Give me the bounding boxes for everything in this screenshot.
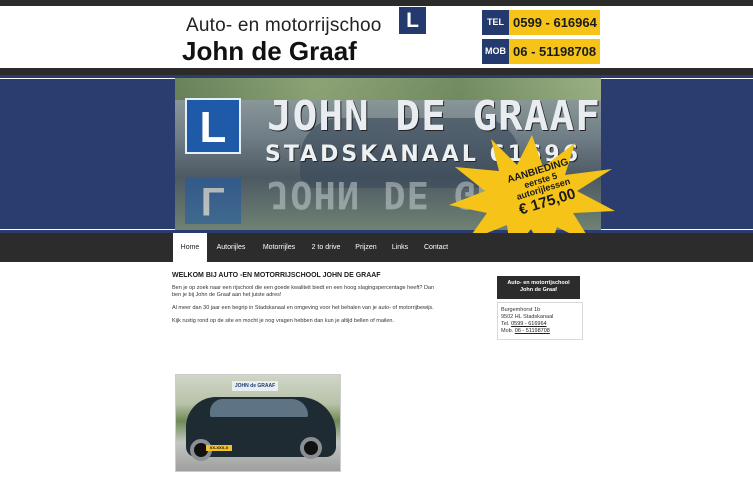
nav-motorrijles[interactable]: Motorrijles — [256, 233, 302, 262]
nav-links[interactable]: Links — [385, 233, 415, 262]
sidebox-mob-link[interactable]: 06 - 51198708 — [515, 328, 550, 334]
header-mob: MOB 06 - 51198708 — [482, 39, 600, 64]
sidebox-title-line2: John de Graaf — [520, 287, 557, 293]
tel-tag: TEL — [482, 10, 509, 35]
sidebox-tel-label: Tel. — [501, 321, 510, 327]
photo-license-plate: XX-XXX-X — [206, 445, 232, 451]
logo-title-line1: Auto- en motorrijschoo — [186, 15, 382, 36]
photo-car-wheel — [300, 437, 322, 459]
tel-number: 0599 - 616964 — [509, 10, 600, 35]
nav-contact[interactable]: Contact — [418, 233, 454, 262]
sidebox-body: Burgemhorst 1b 9502 HL Stadskanaal Tel. … — [497, 302, 583, 340]
photo-car-window — [210, 399, 308, 417]
header-tel: TEL 0599 - 616964 — [482, 10, 600, 35]
sidebox-address: Burgemhorst 1b — [501, 307, 541, 313]
sidebox-tel-link[interactable]: 0599 - 616964 — [511, 321, 546, 327]
intro-paragraph-3: Kijk rustig rond op de site en mocht je … — [172, 318, 394, 324]
main-content: WELKOM BIJ AUTO -EN MOTORRIJSCHOOL JOHN … — [172, 272, 472, 325]
intro-paragraph-2: Al meer dan 30 jaar een begrip in Stadsk… — [172, 305, 434, 311]
main-nav: Home Autorijles Motorrijles 2 to drive P… — [0, 233, 753, 262]
sidebox-tel-row: Tel. 0599 - 616964 — [501, 321, 579, 328]
sidebox-mob-row: Mob. 06 - 51198708 — [501, 328, 579, 335]
intro-paragraph-1: Ben je op zoek naar een rijschool die ee… — [172, 285, 435, 298]
header-separator — [0, 68, 753, 75]
photo-roof-sign: JOHN de GRAAF — [232, 381, 278, 391]
sidebox-city: 9502 HL Stadskanaal — [501, 314, 554, 320]
nav-2-to-drive[interactable]: 2 to drive — [305, 233, 347, 262]
site-header: Auto- en motorrijschoo L John de Graaf T… — [0, 6, 753, 68]
car-photo: JOHN de GRAAF XX-XXX-X — [175, 374, 341, 472]
sidebox-mob-label: Mob. — [501, 328, 514, 334]
logo-l-badge: L — [399, 7, 426, 34]
nav-home[interactable]: Home — [173, 233, 207, 262]
mob-tag: MOB — [482, 39, 509, 64]
welcome-heading: WELKOM BIJ AUTO -EN MOTORRIJSCHOOL JOHN … — [172, 272, 381, 279]
nav-autorijles[interactable]: Autorijles — [209, 233, 253, 262]
banner-l-sign: L — [185, 98, 241, 154]
sidebox-heading: Auto- en motorrijschool John de Graaf — [497, 276, 580, 299]
mob-number: 06 - 51198708 — [509, 39, 600, 64]
contact-sidebox: Auto- en motorrijschool John de Graaf Bu… — [497, 276, 583, 340]
sidebox-title-line1: Auto- en motorrijschool — [507, 280, 570, 286]
banner-l-reflection: L — [185, 178, 241, 224]
logo-title-line2: John de Graaf — [182, 36, 357, 66]
nav-prijzen[interactable]: Prijzen — [350, 233, 382, 262]
